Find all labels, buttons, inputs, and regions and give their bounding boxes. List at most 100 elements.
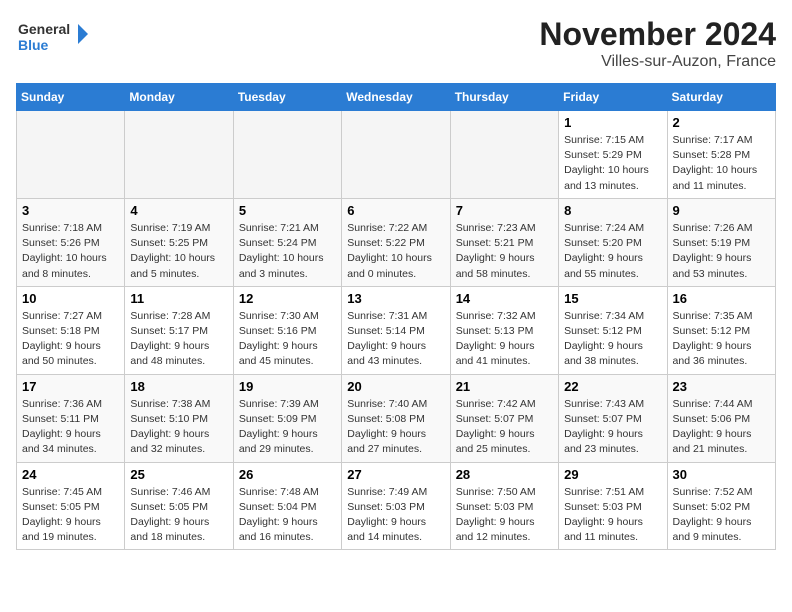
day-number: 29 (564, 467, 661, 482)
day-info: Sunrise: 7:28 AM Sunset: 5:17 PM Dayligh… (130, 309, 227, 370)
calendar-cell: 24 Sunrise: 7:45 AM Sunset: 5:05 PM Dayli… (17, 462, 125, 550)
day-info: Sunrise: 7:44 AM Sunset: 5:06 PM Dayligh… (673, 397, 770, 458)
calendar-cell: 19 Sunrise: 7:39 AM Sunset: 5:09 PM Dayli… (233, 374, 341, 462)
day-info: Sunrise: 7:30 AM Sunset: 5:16 PM Dayligh… (239, 309, 336, 370)
calendar-cell: 1 Sunrise: 7:15 AM Sunset: 5:29 PM Daylig… (559, 111, 667, 199)
week-row-1: 1 Sunrise: 7:15 AM Sunset: 5:29 PM Daylig… (17, 111, 776, 199)
day-number: 8 (564, 203, 661, 218)
week-row-3: 10Sunrise: 7:27 AM Sunset: 5:18 PM Dayli… (17, 286, 776, 374)
day-info: Sunrise: 7:49 AM Sunset: 5:03 PM Dayligh… (347, 485, 444, 546)
day-info: Sunrise: 7:19 AM Sunset: 5:25 PM Dayligh… (130, 221, 227, 282)
weekday-header-thursday: Thursday (450, 84, 558, 111)
day-number: 15 (564, 291, 661, 306)
calendar-cell (17, 111, 125, 199)
day-number: 12 (239, 291, 336, 306)
day-info: Sunrise: 7:23 AM Sunset: 5:21 PM Dayligh… (456, 221, 553, 282)
day-number: 6 (347, 203, 444, 218)
week-row-4: 17 Sunrise: 7:36 AM Sunset: 5:11 PM Dayli… (17, 374, 776, 462)
day-number: 9 (673, 203, 770, 218)
day-info: Sunrise: 7:46 AM Sunset: 5:05 PM Dayligh… (130, 485, 227, 546)
day-info: Sunrise: 7:31 AM Sunset: 5:14 PM Dayligh… (347, 309, 444, 370)
week-row-2: 3Sunrise: 7:18 AM Sunset: 5:26 PM Daylig… (17, 198, 776, 286)
weekday-header-monday: Monday (125, 84, 233, 111)
calendar-cell: 5 Sunrise: 7:21 AM Sunset: 5:24 PM Daylig… (233, 198, 341, 286)
week-row-5: 24 Sunrise: 7:45 AM Sunset: 5:05 PM Dayli… (17, 462, 776, 550)
calendar-cell: 4 Sunrise: 7:19 AM Sunset: 5:25 PM Daylig… (125, 198, 233, 286)
day-info: Sunrise: 7:15 AM Sunset: 5:29 PM Dayligh… (564, 133, 661, 194)
svg-text:Blue: Blue (18, 37, 49, 53)
day-info: Sunrise: 7:34 AM Sunset: 5:12 PM Dayligh… (564, 309, 661, 370)
day-info: Sunrise: 7:26 AM Sunset: 5:19 PM Dayligh… (673, 221, 770, 282)
calendar-cell: 9 Sunrise: 7:26 AM Sunset: 5:19 PM Daylig… (667, 198, 775, 286)
day-number: 26 (239, 467, 336, 482)
day-info: Sunrise: 7:43 AM Sunset: 5:07 PM Dayligh… (564, 397, 661, 458)
day-number: 19 (239, 379, 336, 394)
day-info: Sunrise: 7:51 AM Sunset: 5:03 PM Dayligh… (564, 485, 661, 546)
day-number: 25 (130, 467, 227, 482)
weekday-header-tuesday: Tuesday (233, 84, 341, 111)
calendar-cell: 20 Sunrise: 7:40 AM Sunset: 5:08 PM Dayli… (342, 374, 450, 462)
calendar-cell: 28 Sunrise: 7:50 AM Sunset: 5:03 PM Dayli… (450, 462, 558, 550)
logo: GeneralBlue (16, 16, 106, 56)
day-info: Sunrise: 7:39 AM Sunset: 5:09 PM Dayligh… (239, 397, 336, 458)
day-number: 21 (456, 379, 553, 394)
day-info: Sunrise: 7:40 AM Sunset: 5:08 PM Dayligh… (347, 397, 444, 458)
day-info: Sunrise: 7:45 AM Sunset: 5:05 PM Dayligh… (22, 485, 119, 546)
day-info: Sunrise: 7:17 AM Sunset: 5:28 PM Dayligh… (673, 133, 770, 194)
calendar-cell (342, 111, 450, 199)
svg-text:General: General (18, 21, 70, 37)
day-number: 14 (456, 291, 553, 306)
calendar-cell (450, 111, 558, 199)
day-number: 17 (22, 379, 119, 394)
calendar-cell: 14 Sunrise: 7:32 AM Sunset: 5:13 PM Dayli… (450, 286, 558, 374)
weekday-header-wednesday: Wednesday (342, 84, 450, 111)
day-info: Sunrise: 7:36 AM Sunset: 5:11 PM Dayligh… (22, 397, 119, 458)
calendar-cell: 11Sunrise: 7:28 AM Sunset: 5:17 PM Dayli… (125, 286, 233, 374)
calendar-cell: 30 Sunrise: 7:52 AM Sunset: 5:02 PM Dayli… (667, 462, 775, 550)
calendar-cell: 22Sunrise: 7:43 AM Sunset: 5:07 PM Dayli… (559, 374, 667, 462)
day-number: 7 (456, 203, 553, 218)
title-area: November 2024 Villes-sur-Auzon, France (539, 16, 776, 71)
weekday-header-saturday: Saturday (667, 84, 775, 111)
day-number: 16 (673, 291, 770, 306)
day-number: 23 (673, 379, 770, 394)
calendar-cell: 17 Sunrise: 7:36 AM Sunset: 5:11 PM Dayli… (17, 374, 125, 462)
day-number: 4 (130, 203, 227, 218)
calendar-cell: 29 Sunrise: 7:51 AM Sunset: 5:03 PM Dayli… (559, 462, 667, 550)
day-number: 5 (239, 203, 336, 218)
day-number: 30 (673, 467, 770, 482)
day-info: Sunrise: 7:42 AM Sunset: 5:07 PM Dayligh… (456, 397, 553, 458)
calendar-cell: 27 Sunrise: 7:49 AM Sunset: 5:03 PM Dayli… (342, 462, 450, 550)
calendar-cell: 13 Sunrise: 7:31 AM Sunset: 5:14 PM Dayli… (342, 286, 450, 374)
day-number: 27 (347, 467, 444, 482)
calendar-cell: 15 Sunrise: 7:34 AM Sunset: 5:12 PM Dayli… (559, 286, 667, 374)
calendar-cell: 2Sunrise: 7:17 AM Sunset: 5:28 PM Daylig… (667, 111, 775, 199)
day-info: Sunrise: 7:35 AM Sunset: 5:12 PM Dayligh… (673, 309, 770, 370)
logo-icon: GeneralBlue (16, 16, 106, 56)
calendar-cell: 23 Sunrise: 7:44 AM Sunset: 5:06 PM Dayli… (667, 374, 775, 462)
location-title: Villes-sur-Auzon, France (539, 53, 776, 71)
day-info: Sunrise: 7:21 AM Sunset: 5:24 PM Dayligh… (239, 221, 336, 282)
day-info: Sunrise: 7:52 AM Sunset: 5:02 PM Dayligh… (673, 485, 770, 546)
day-info: Sunrise: 7:32 AM Sunset: 5:13 PM Dayligh… (456, 309, 553, 370)
weekday-header-sunday: Sunday (17, 84, 125, 111)
day-info: Sunrise: 7:24 AM Sunset: 5:20 PM Dayligh… (564, 221, 661, 282)
weekday-header-friday: Friday (559, 84, 667, 111)
day-info: Sunrise: 7:50 AM Sunset: 5:03 PM Dayligh… (456, 485, 553, 546)
calendar-cell: 3Sunrise: 7:18 AM Sunset: 5:26 PM Daylig… (17, 198, 125, 286)
calendar-cell: 26Sunrise: 7:48 AM Sunset: 5:04 PM Dayli… (233, 462, 341, 550)
day-number: 3 (22, 203, 119, 218)
day-number: 28 (456, 467, 553, 482)
day-number: 24 (22, 467, 119, 482)
day-number: 1 (564, 115, 661, 130)
day-number: 20 (347, 379, 444, 394)
month-title: November 2024 (539, 16, 776, 53)
calendar-cell: 21 Sunrise: 7:42 AM Sunset: 5:07 PM Dayli… (450, 374, 558, 462)
calendar-cell (233, 111, 341, 199)
calendar-cell: 18Sunrise: 7:38 AM Sunset: 5:10 PM Dayli… (125, 374, 233, 462)
header: GeneralBlue November 2024 Villes-sur-Auz… (16, 16, 776, 71)
calendar-cell: 25 Sunrise: 7:46 AM Sunset: 5:05 PM Dayli… (125, 462, 233, 550)
day-number: 18 (130, 379, 227, 394)
calendar-cell: 10Sunrise: 7:27 AM Sunset: 5:18 PM Dayli… (17, 286, 125, 374)
day-number: 13 (347, 291, 444, 306)
